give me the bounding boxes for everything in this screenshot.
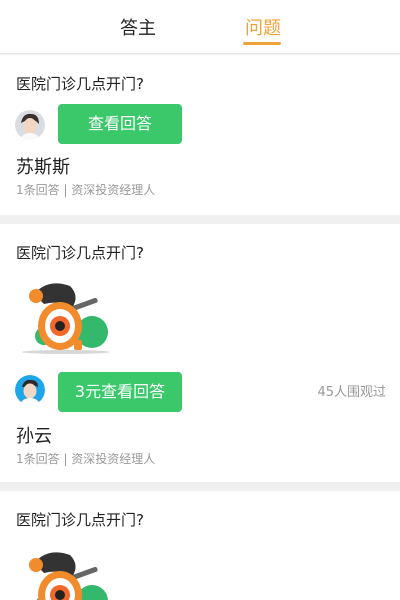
question-card[interactable]: 医院门诊几点开门? 查看回答 苏斯斯 1条回答 | 资深投资经理人 [0, 55, 400, 215]
robot-illustration-icon [22, 283, 110, 354]
answerer-meta: 1条回答 | 资深投资经理人 [16, 183, 156, 197]
question-card[interactable]: 医院门诊几点开门? [0, 491, 400, 600]
avatar[interactable] [15, 375, 45, 405]
question-title: 医院门诊几点开门? [16, 75, 144, 93]
answerer-name[interactable]: 孙云 [16, 425, 52, 449]
question-title: 医院门诊几点开门? [16, 244, 144, 262]
active-tab-indicator [243, 42, 281, 45]
view-answer-button[interactable]: 查看回答 [58, 104, 182, 144]
question-card[interactable]: 医院门诊几点开门? 3元查看回答 45人围观过 孙云 1条回答 | 资深投资经理… [0, 224, 400, 482]
tab-questions[interactable]: 问题 [245, 17, 281, 41]
avatar-photo-icon [15, 375, 45, 405]
avatar[interactable] [15, 110, 45, 140]
tab-bar: 答主 问题 [0, 0, 400, 54]
tab-answerers[interactable]: 答主 [120, 17, 156, 41]
answerer-name[interactable]: 苏斯斯 [16, 156, 70, 180]
question-title: 医院门诊几点开门? [16, 511, 144, 529]
robot-illustration-icon [29, 552, 108, 600]
paid-view-answer-button[interactable]: 3元查看回答 [58, 372, 182, 412]
answerer-meta: 1条回答 | 资深投资经理人 [16, 452, 156, 466]
avatar-photo-icon [15, 110, 45, 140]
view-count: 45人围观过 [317, 385, 386, 400]
